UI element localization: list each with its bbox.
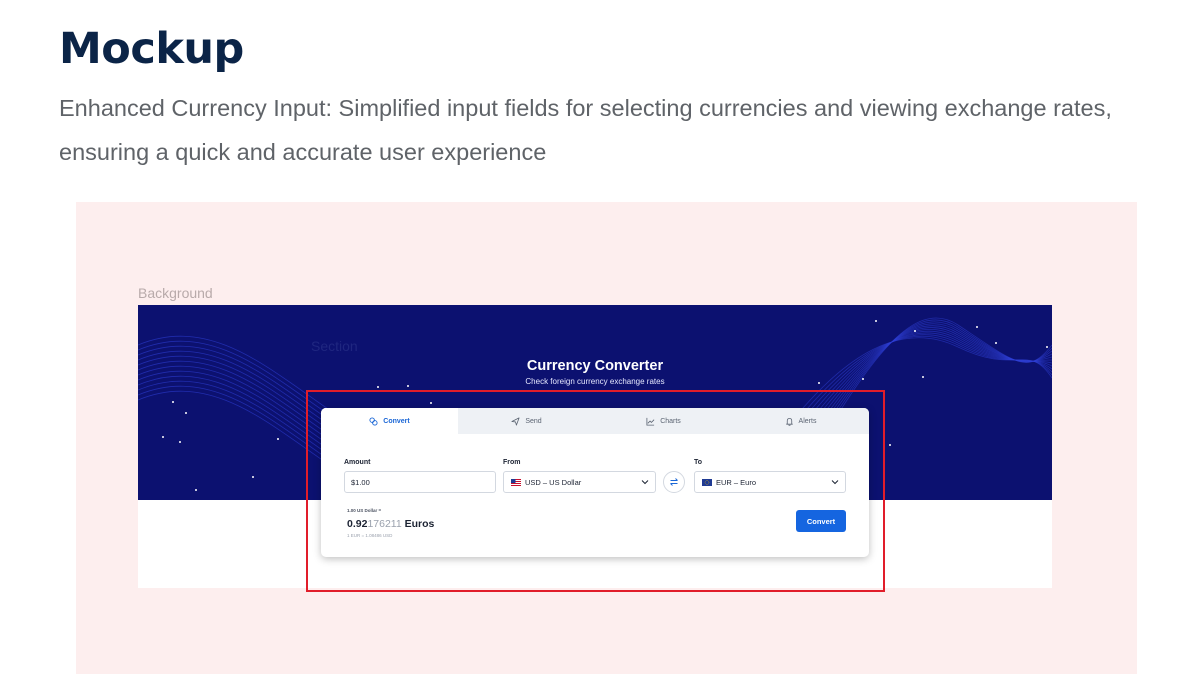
tab-label: Send: [525, 417, 542, 425]
result-unit: Euros: [401, 518, 435, 530]
chevron-down-icon: [831, 480, 839, 485]
bell-icon: [785, 417, 793, 426]
tab-send[interactable]: Send: [458, 408, 595, 434]
to-currency-select[interactable]: EUR – Euro: [694, 471, 846, 493]
amount-label: Amount: [344, 459, 371, 466]
converter-tabs: Convert Send Charts Alerts: [321, 408, 869, 434]
star-dot: [252, 476, 254, 478]
result-main: 0.92: [347, 518, 368, 530]
tab-label: Alerts: [798, 417, 817, 425]
amount-input[interactable]: $1.00: [344, 471, 496, 493]
star-dot: [185, 412, 187, 414]
converter-subtitle: Check foreign currency exchange rates: [525, 377, 665, 386]
amount-value: $1.00: [351, 477, 370, 487]
tab-label: Charts: [660, 417, 681, 425]
tab-alerts[interactable]: Alerts: [732, 408, 869, 434]
tab-charts[interactable]: Charts: [595, 408, 732, 434]
from-currency-value: USD – US Dollar: [525, 477, 582, 487]
swap-currencies-button[interactable]: [663, 471, 685, 493]
from-currency-select[interactable]: USD – US Dollar: [503, 471, 656, 493]
convert-icon: [369, 416, 378, 426]
star-dot: [889, 444, 891, 446]
star-dot: [172, 401, 174, 403]
star-dot: [976, 326, 978, 328]
star-dot: [179, 441, 181, 443]
tab-label: Convert: [383, 417, 410, 425]
star-dot: [162, 436, 164, 438]
star-dot: [1046, 346, 1048, 348]
send-icon: [511, 416, 520, 426]
star-dot: [377, 386, 379, 388]
to-label: To: [694, 459, 703, 466]
result-extra-digits: 176211: [367, 518, 402, 530]
inverse-rate-text: 1 EUR = 1.08486 USD: [347, 533, 393, 538]
star-dot: [914, 330, 916, 332]
page-heading: Mockup: [59, 24, 244, 74]
converter-title: Currency Converter: [526, 358, 664, 374]
star-dot: [875, 320, 877, 322]
page-subtitle: Enhanced Currency Input: Simplified inpu…: [59, 95, 1112, 165]
chart-icon: [646, 417, 655, 426]
converter-card: Convert Send Charts Alerts Amount $1.00 …: [321, 408, 869, 557]
convert-button[interactable]: Convert: [796, 510, 846, 532]
section-label: Section: [311, 338, 358, 354]
to-currency-value: EUR – Euro: [716, 477, 757, 487]
from-label: From: [503, 459, 521, 466]
tab-convert[interactable]: Convert: [321, 408, 458, 434]
chevron-down-icon: [641, 480, 649, 485]
star-dot: [195, 489, 197, 491]
us-flag-icon: [511, 478, 521, 486]
swap-arrows-icon: [670, 478, 678, 486]
rate-base-text: 1.00 US Dollar =: [347, 508, 382, 513]
eu-flag-icon: [702, 478, 712, 486]
conversion-result: 0.92176211 Euros: [347, 518, 434, 530]
star-dot: [277, 438, 279, 440]
star-dot: [430, 402, 432, 404]
frame-label: Background: [138, 285, 213, 301]
star-dot: [995, 342, 997, 344]
